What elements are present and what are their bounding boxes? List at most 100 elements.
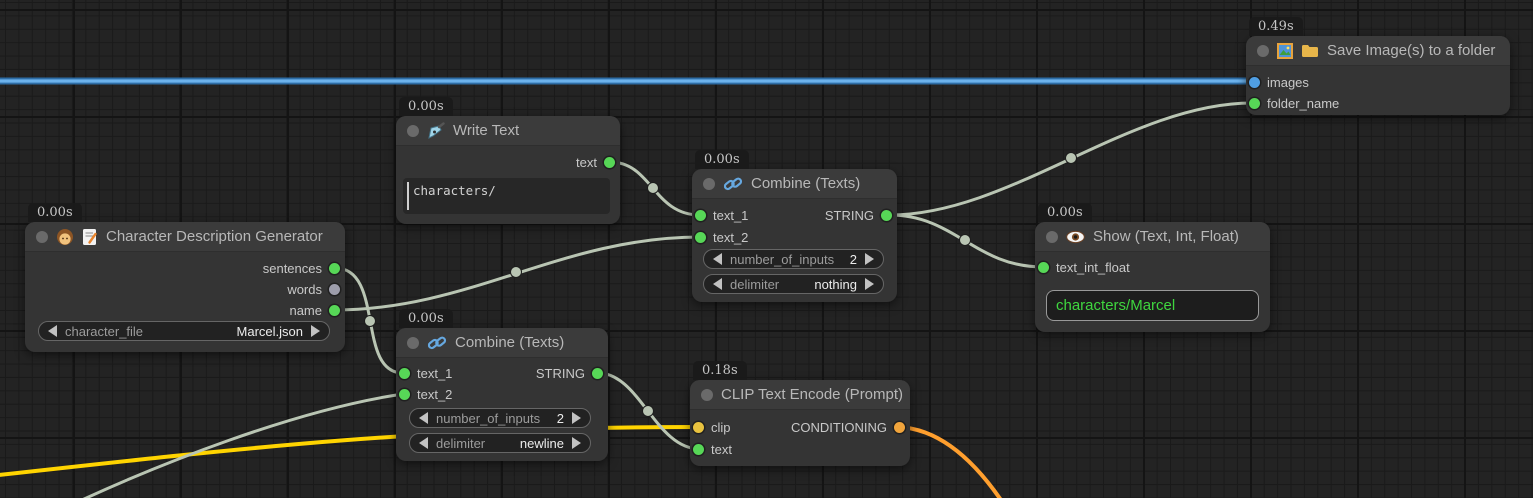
execution-time-badge: 0.49s [1249,17,1303,36]
increment-arrow-icon[interactable] [865,253,874,265]
link-midpoint-dot[interactable] [1066,153,1077,164]
input-images[interactable]: images [1249,72,1309,92]
collapse-dot[interactable] [703,178,715,190]
node-show-text-int-float[interactable]: 0.00s Show (Text, Int, Float) text_int_f… [1035,222,1270,332]
input-label: text_int_float [1056,260,1130,275]
input-dot-text-1[interactable] [399,368,410,379]
output-dot-string[interactable] [592,368,603,379]
delimiter-widget[interactable]: delimiter newline [409,433,591,453]
input-label: folder_name [1267,96,1339,111]
widget-value: newline [520,436,564,451]
link-midpoint-dot[interactable] [511,267,522,278]
input-dot-folder-name[interactable] [1249,98,1260,109]
input-clip[interactable]: clip [693,417,731,437]
link-chain-icon [427,335,447,351]
input-text-1[interactable]: text_1 [695,205,748,225]
image-icon [1277,43,1293,59]
collapse-dot[interactable] [1257,45,1269,57]
node-title: Combine (Texts) [751,175,860,192]
next-value-arrow-icon[interactable] [311,325,320,337]
input-dot-clip[interactable] [693,422,704,433]
execution-time-badge: 0.00s [1038,203,1092,222]
output-dot-string[interactable] [881,210,892,221]
input-dot-text-2[interactable] [399,389,410,400]
folder-icon [1301,43,1319,58]
input-label: text [711,442,732,457]
character-file-combo[interactable]: character_file Marcel.json [38,321,330,341]
node-write-text[interactable]: 0.00s Write Text text characters/ [396,116,620,224]
prev-value-arrow-icon[interactable] [713,278,722,290]
node-title: Character Description Generator [106,228,323,245]
node-title: Save Image(s) to a folder [1327,42,1495,59]
node-clip-text-encode[interactable]: 0.18s CLIP Text Encode (Prompt) clip tex… [690,380,910,466]
number-of-inputs-widget[interactable]: number_of_inputs 2 [409,408,591,428]
output-dot-conditioning[interactable] [894,422,905,433]
input-text[interactable]: text [693,439,732,459]
collapse-dot[interactable] [36,231,48,243]
collapse-dot[interactable] [701,389,713,401]
input-text-1[interactable]: text_1 [399,363,452,383]
input-text-2[interactable]: text_2 [399,384,452,404]
output-words[interactable]: words [287,279,340,299]
output-dot-sentences[interactable] [329,263,340,274]
widget-value: 2 [850,252,857,267]
node-title-bar[interactable]: Show (Text, Int, Float) [1035,222,1270,252]
node-combine-texts-bottom[interactable]: 0.00s Combine (Texts) text_1 text_2 STRI… [396,328,608,461]
prev-value-arrow-icon[interactable] [48,325,57,337]
show-output-value: characters/Marcel [1056,297,1175,314]
number-of-inputs-widget[interactable]: number_of_inputs 2 [703,249,884,269]
node-save-images-to-folder[interactable]: 0.49s Save Image(s) to a folder images f… [1246,36,1510,115]
execution-time-badge: 0.18s [693,361,747,380]
input-dot-text[interactable] [693,444,704,455]
link-midpoint-dot[interactable] [365,316,376,327]
text-input-area[interactable]: characters/ [403,178,610,214]
output-dot-text[interactable] [604,157,615,168]
decrement-arrow-icon[interactable] [713,253,722,265]
widget-label: delimiter [730,277,779,292]
increment-arrow-icon[interactable] [572,412,581,424]
output-string[interactable]: STRING [825,205,892,225]
link-midpoint-dot[interactable] [960,235,971,246]
input-label: text_1 [713,208,748,223]
next-value-arrow-icon[interactable] [572,437,581,449]
input-text-int-float[interactable]: text_int_float [1038,257,1130,277]
delimiter-widget[interactable]: delimiter nothing [703,274,884,294]
input-dot-text-1[interactable] [695,210,706,221]
node-title-bar[interactable]: Combine (Texts) [396,328,608,358]
output-sentences[interactable]: sentences [263,258,340,278]
output-dot-name[interactable] [329,305,340,316]
input-text-2[interactable]: text_2 [695,227,748,247]
show-output-display[interactable]: characters/Marcel [1046,290,1259,321]
input-label: text_1 [417,366,452,381]
link-midpoint-dot[interactable] [643,406,654,417]
input-folder-name[interactable]: folder_name [1249,93,1339,113]
collapse-dot[interactable] [407,125,419,137]
node-character-description-generator[interactable]: 0.00s Character Description Generator se… [25,222,345,352]
output-name[interactable]: name [289,300,340,320]
output-label: sentences [263,261,322,276]
decrement-arrow-icon[interactable] [419,412,428,424]
node-title-bar[interactable]: Character Description Generator [25,222,345,252]
textarea-value: characters/ [413,183,496,198]
input-dot-text-int-float[interactable] [1038,262,1049,273]
node-title-bar[interactable]: CLIP Text Encode (Prompt) [690,380,910,410]
execution-time-badge: 0.00s [695,150,749,169]
widget-label: delimiter [436,436,485,451]
output-text[interactable]: text [576,152,615,172]
output-conditioning[interactable]: CONDITIONING [791,417,905,437]
prev-value-arrow-icon[interactable] [419,437,428,449]
next-value-arrow-icon[interactable] [865,278,874,290]
input-dot-text-2[interactable] [695,232,706,243]
node-graph-canvas[interactable]: 0.00s Character Description Generator se… [0,0,1533,498]
output-dot-words[interactable] [329,284,340,295]
input-label: text_2 [713,230,748,245]
collapse-dot[interactable] [407,337,419,349]
node-title-bar[interactable]: Save Image(s) to a folder [1246,36,1510,66]
node-combine-texts-top[interactable]: 0.00s Combine (Texts) text_1 text_2 STRI… [692,169,897,302]
output-string[interactable]: STRING [536,363,603,383]
link-midpoint-dot[interactable] [648,183,659,194]
input-dot-images[interactable] [1249,77,1260,88]
node-title-bar[interactable]: Combine (Texts) [692,169,897,199]
node-title-bar[interactable]: Write Text [396,116,620,146]
collapse-dot[interactable] [1046,231,1058,243]
